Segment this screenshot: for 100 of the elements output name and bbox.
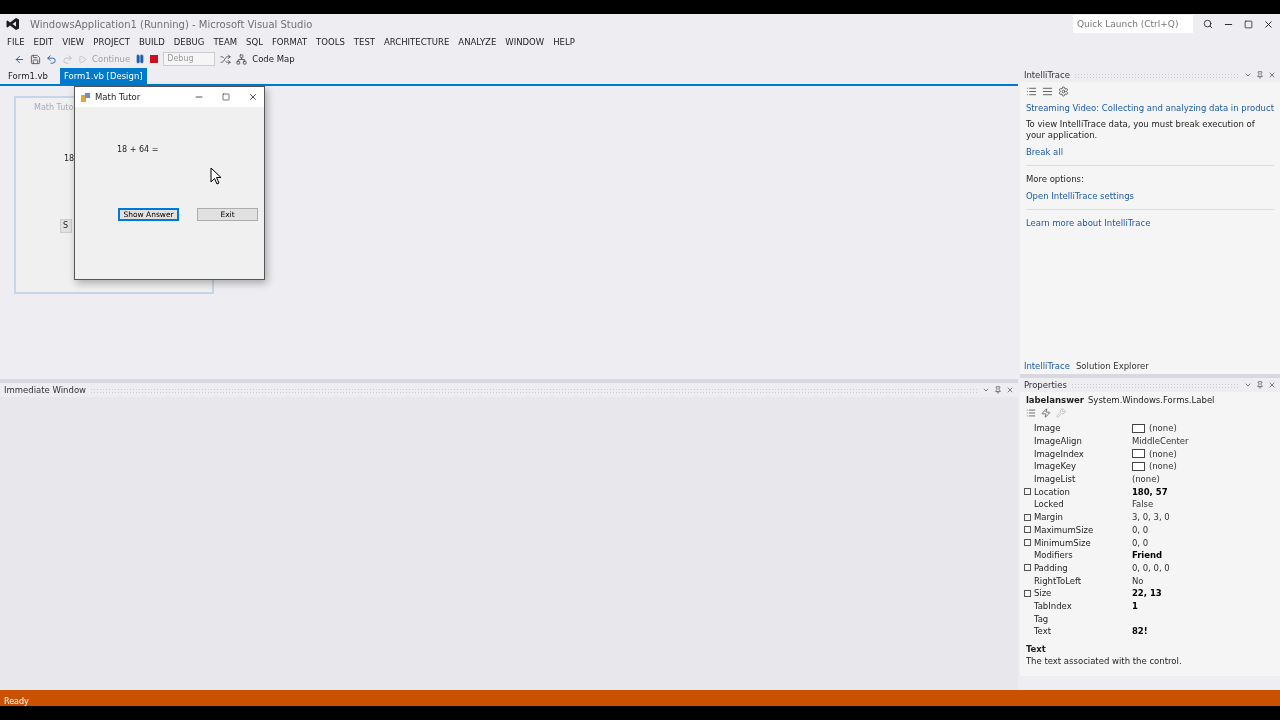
form-title: Math Tuto xyxy=(34,103,74,112)
property-name: Tag xyxy=(1033,613,1049,624)
property-name: MinimumSize xyxy=(1033,537,1091,548)
settings-link[interactable]: Open IntelliTrace settings xyxy=(1025,191,1274,201)
property-name: Image xyxy=(1033,423,1061,434)
description-text: The text associated with the control. xyxy=(1025,656,1183,667)
panel-tab[interactable]: IntelliTrace xyxy=(1023,361,1070,371)
document-tab[interactable]: Form1.vb xyxy=(4,68,52,84)
description-title: Text xyxy=(1025,644,1047,654)
menu-item[interactable]: DEBUG xyxy=(170,37,211,47)
property-name: Text xyxy=(1033,626,1052,637)
undo-icon[interactable] xyxy=(46,53,57,65)
learn-more-link[interactable]: Learn more about IntelliTrace xyxy=(1025,218,1274,228)
property-value[interactable]: Friend xyxy=(1131,550,1163,561)
save-icon[interactable] xyxy=(30,53,41,65)
menu-item[interactable]: FORMAT xyxy=(268,37,314,47)
menu-item[interactable]: TOOLS xyxy=(313,37,351,47)
quick-launch-field[interactable]: Quick Launch (Ctrl+Q) xyxy=(1073,15,1193,33)
panel-tab[interactable]: Solution Explorer xyxy=(1075,361,1149,371)
categorized-icon[interactable] xyxy=(1025,408,1036,418)
dropdown-icon[interactable] xyxy=(981,386,990,394)
property-name: MaximumSize xyxy=(1033,524,1094,535)
menu-item[interactable]: EDIT xyxy=(30,37,60,47)
search-icon[interactable] xyxy=(1203,19,1213,29)
restore-icon[interactable] xyxy=(1244,19,1253,29)
question-label: 18 xyxy=(64,154,75,163)
maximize-icon[interactable] xyxy=(222,93,230,101)
property-name: Modifiers xyxy=(1033,550,1073,561)
menu-item[interactable]: TEST xyxy=(350,37,381,47)
property-name: ImageKey xyxy=(1033,461,1076,472)
menu-item[interactable]: ANALYZE xyxy=(455,37,503,47)
property-value[interactable]: (none) xyxy=(1148,461,1177,472)
expand-icon[interactable] xyxy=(1023,513,1031,521)
property-value[interactable]: (none) xyxy=(1131,474,1160,485)
property-value[interactable]: 22, 13 xyxy=(1131,588,1162,599)
property-value[interactable]: False xyxy=(1131,499,1154,510)
expand-icon[interactable] xyxy=(1023,488,1031,496)
pin-icon[interactable] xyxy=(1256,71,1264,79)
property-value[interactable]: 1 xyxy=(1131,600,1138,611)
network-icon[interactable] xyxy=(236,53,248,65)
property-name: RightToLeft xyxy=(1033,575,1082,586)
close-icon[interactable] xyxy=(1263,18,1274,30)
property-name: TabIndex xyxy=(1033,600,1072,611)
property-value[interactable]: (none) xyxy=(1148,448,1177,459)
list-icon[interactable] xyxy=(1025,86,1037,97)
cursor-icon xyxy=(210,167,222,185)
property-name: Margin xyxy=(1033,512,1063,523)
menu-item[interactable]: WINDOW xyxy=(502,37,551,47)
property-value[interactable]: 180, 57 xyxy=(1131,486,1168,497)
object-type: System.Windows.Forms.Label xyxy=(1087,395,1216,405)
property-name: Size xyxy=(1033,588,1052,599)
close-icon[interactable] xyxy=(248,92,258,102)
property-value[interactable]: 0, 0 xyxy=(1131,524,1149,535)
panel-title: Immediate Window xyxy=(4,385,87,395)
property-name: ImageList xyxy=(1033,474,1076,485)
menu-item[interactable]: VIEW xyxy=(59,37,91,47)
document-tab[interactable]: Form1.vb [Design] xyxy=(59,68,147,84)
form-icon xyxy=(81,92,90,102)
status-text: Ready xyxy=(4,697,29,706)
menu-item[interactable]: TEAM xyxy=(210,37,244,47)
menu-item[interactable]: PROJECT xyxy=(90,37,136,47)
details-icon[interactable] xyxy=(1041,86,1053,97)
events-icon[interactable] xyxy=(1040,408,1051,418)
break-all-link[interactable]: Break all xyxy=(1025,147,1274,157)
stop-icon[interactable] xyxy=(150,55,159,63)
dropdown-icon[interactable] xyxy=(1244,71,1252,79)
menu-item[interactable]: BUILD xyxy=(136,37,171,47)
code-map-button[interactable]: Code Map xyxy=(252,54,295,64)
property-value[interactable]: 3, 0, 3, 0 xyxy=(1131,512,1170,523)
menu-item[interactable]: FILE xyxy=(4,37,31,47)
menu-item[interactable]: SQL xyxy=(243,37,269,47)
question-label: 18 + 64 = xyxy=(117,145,159,154)
pause-icon[interactable] xyxy=(135,54,146,64)
pin-icon[interactable] xyxy=(993,386,1002,394)
property-value[interactable]: No xyxy=(1131,575,1144,586)
settings-icon[interactable] xyxy=(1057,86,1069,97)
pin-icon[interactable] xyxy=(1256,381,1264,389)
property-value[interactable]: 0, 0 xyxy=(1131,537,1149,548)
form-button[interactable]: S xyxy=(60,219,72,233)
info-text: To view IntelliTrace data, you must break execution of your application. xyxy=(1025,119,1256,141)
expand-icon[interactable] xyxy=(1023,564,1031,572)
menu-item[interactable]: HELP xyxy=(550,37,581,47)
expand-icon[interactable] xyxy=(1023,589,1031,597)
property-value[interactable]: (none) xyxy=(1148,423,1177,434)
property-name: ImageAlign xyxy=(1033,436,1082,447)
panel-title: Properties xyxy=(1023,380,1067,390)
menu-item[interactable]: ARCHITECTURE xyxy=(381,37,456,47)
video-link[interactable]: Streaming Video: Collecting and analyzing data in product xyxy=(1025,103,1274,113)
expand-icon[interactable] xyxy=(1023,539,1031,547)
window-title: Math Tutor xyxy=(95,92,142,102)
property-value[interactable]: MiddleCenter xyxy=(1131,436,1189,447)
object-name: labelanswer xyxy=(1025,395,1084,405)
window-title: WindowsApplication1 (Running) - Microsoft Visual Studio xyxy=(30,18,314,30)
property-value[interactable]: 82! xyxy=(1131,626,1148,637)
property-value[interactable]: 0, 0, 0, 0 xyxy=(1131,562,1170,573)
property-name: Padding xyxy=(1033,562,1068,573)
property-name: Location xyxy=(1033,486,1070,497)
expand-icon[interactable] xyxy=(1023,526,1031,534)
back-icon[interactable] xyxy=(14,53,25,65)
dropdown-icon[interactable] xyxy=(1244,381,1252,389)
